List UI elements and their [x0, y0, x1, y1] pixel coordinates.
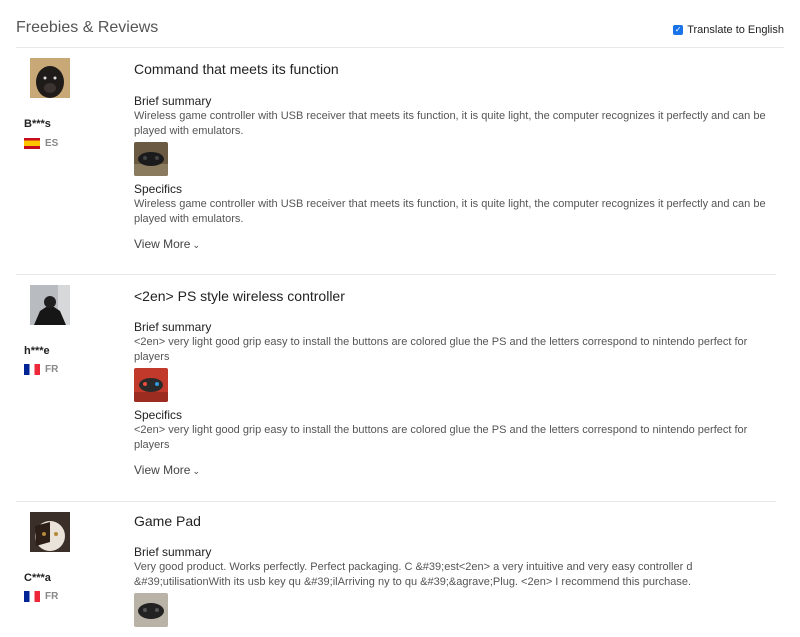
reviewer-name: h***e — [24, 345, 50, 357]
reviews-header: Freebies & Reviews ✓ Translate to Englis… — [16, 0, 784, 48]
avatar — [30, 285, 70, 325]
avatar — [30, 58, 70, 98]
reviewer-country: ES — [24, 138, 58, 149]
review-content: Command that meets its function Brief su… — [134, 60, 776, 253]
france-flag-icon — [24, 591, 40, 602]
review-item: B***s ES Command that meets its function… — [16, 48, 776, 275]
view-more-link[interactable]: View More ⌄ — [134, 237, 200, 251]
country-code: FR — [45, 591, 59, 602]
view-more-label: View More — [134, 463, 191, 477]
section-title: Freebies & Reviews — [16, 19, 159, 36]
translate-label: Translate to English — [687, 24, 784, 36]
summary-text: <2en> very light good grip easy to insta… — [134, 336, 748, 363]
review-content: <2en> PS style wireless controller Brief… — [134, 287, 776, 479]
summary-label: Brief summary — [134, 94, 212, 108]
review-title: Game Pad — [134, 513, 201, 529]
review-content: Game Pad Brief summary Very good product… — [134, 512, 776, 627]
reviewer-country: FR — [24, 591, 58, 602]
review-title: <2en> PS style wireless controller — [134, 288, 345, 304]
chevron-down-icon: ⌄ — [192, 466, 201, 476]
france-flag-icon — [24, 364, 40, 375]
specifics-text: Wireless game controller with USB receiv… — [134, 198, 766, 225]
translate-toggle[interactable]: ✓ Translate to English — [673, 24, 784, 36]
specifics-text: <2en> very light good grip easy to insta… — [134, 424, 748, 451]
review-photo[interactable] — [134, 593, 168, 627]
review-photo[interactable] — [134, 368, 168, 402]
specifics-label: Specifics — [134, 182, 183, 196]
chevron-down-icon: ⌄ — [192, 240, 201, 250]
avatar — [30, 512, 70, 552]
spain-flag-icon — [24, 138, 40, 149]
view-more-label: View More — [134, 237, 191, 251]
reviewer-country: FR — [24, 364, 58, 375]
summary-label: Brief summary — [134, 545, 212, 559]
review-item: C***a FR Game Pad Brief summary Very goo… — [16, 502, 776, 637]
view-more-link[interactable]: View More ⌄ — [134, 463, 200, 477]
review-item: h***e FR <2en> PS style wireless control… — [16, 275, 776, 502]
country-code: ES — [45, 138, 59, 149]
review-photo[interactable] — [134, 142, 168, 176]
country-code: FR — [45, 364, 59, 375]
translate-checkbox[interactable]: ✓ — [673, 25, 684, 35]
summary-text: Wireless game controller with USB receiv… — [134, 110, 766, 137]
summary-label: Brief summary — [134, 320, 212, 334]
reviewer-name: C***a — [24, 572, 51, 584]
review-title: Command that meets its function — [134, 61, 339, 77]
specifics-label: Specifics — [134, 408, 183, 422]
reviewer-name: B***s — [24, 118, 51, 130]
summary-text: Very good product. Works perfectly. Perf… — [134, 561, 693, 588]
